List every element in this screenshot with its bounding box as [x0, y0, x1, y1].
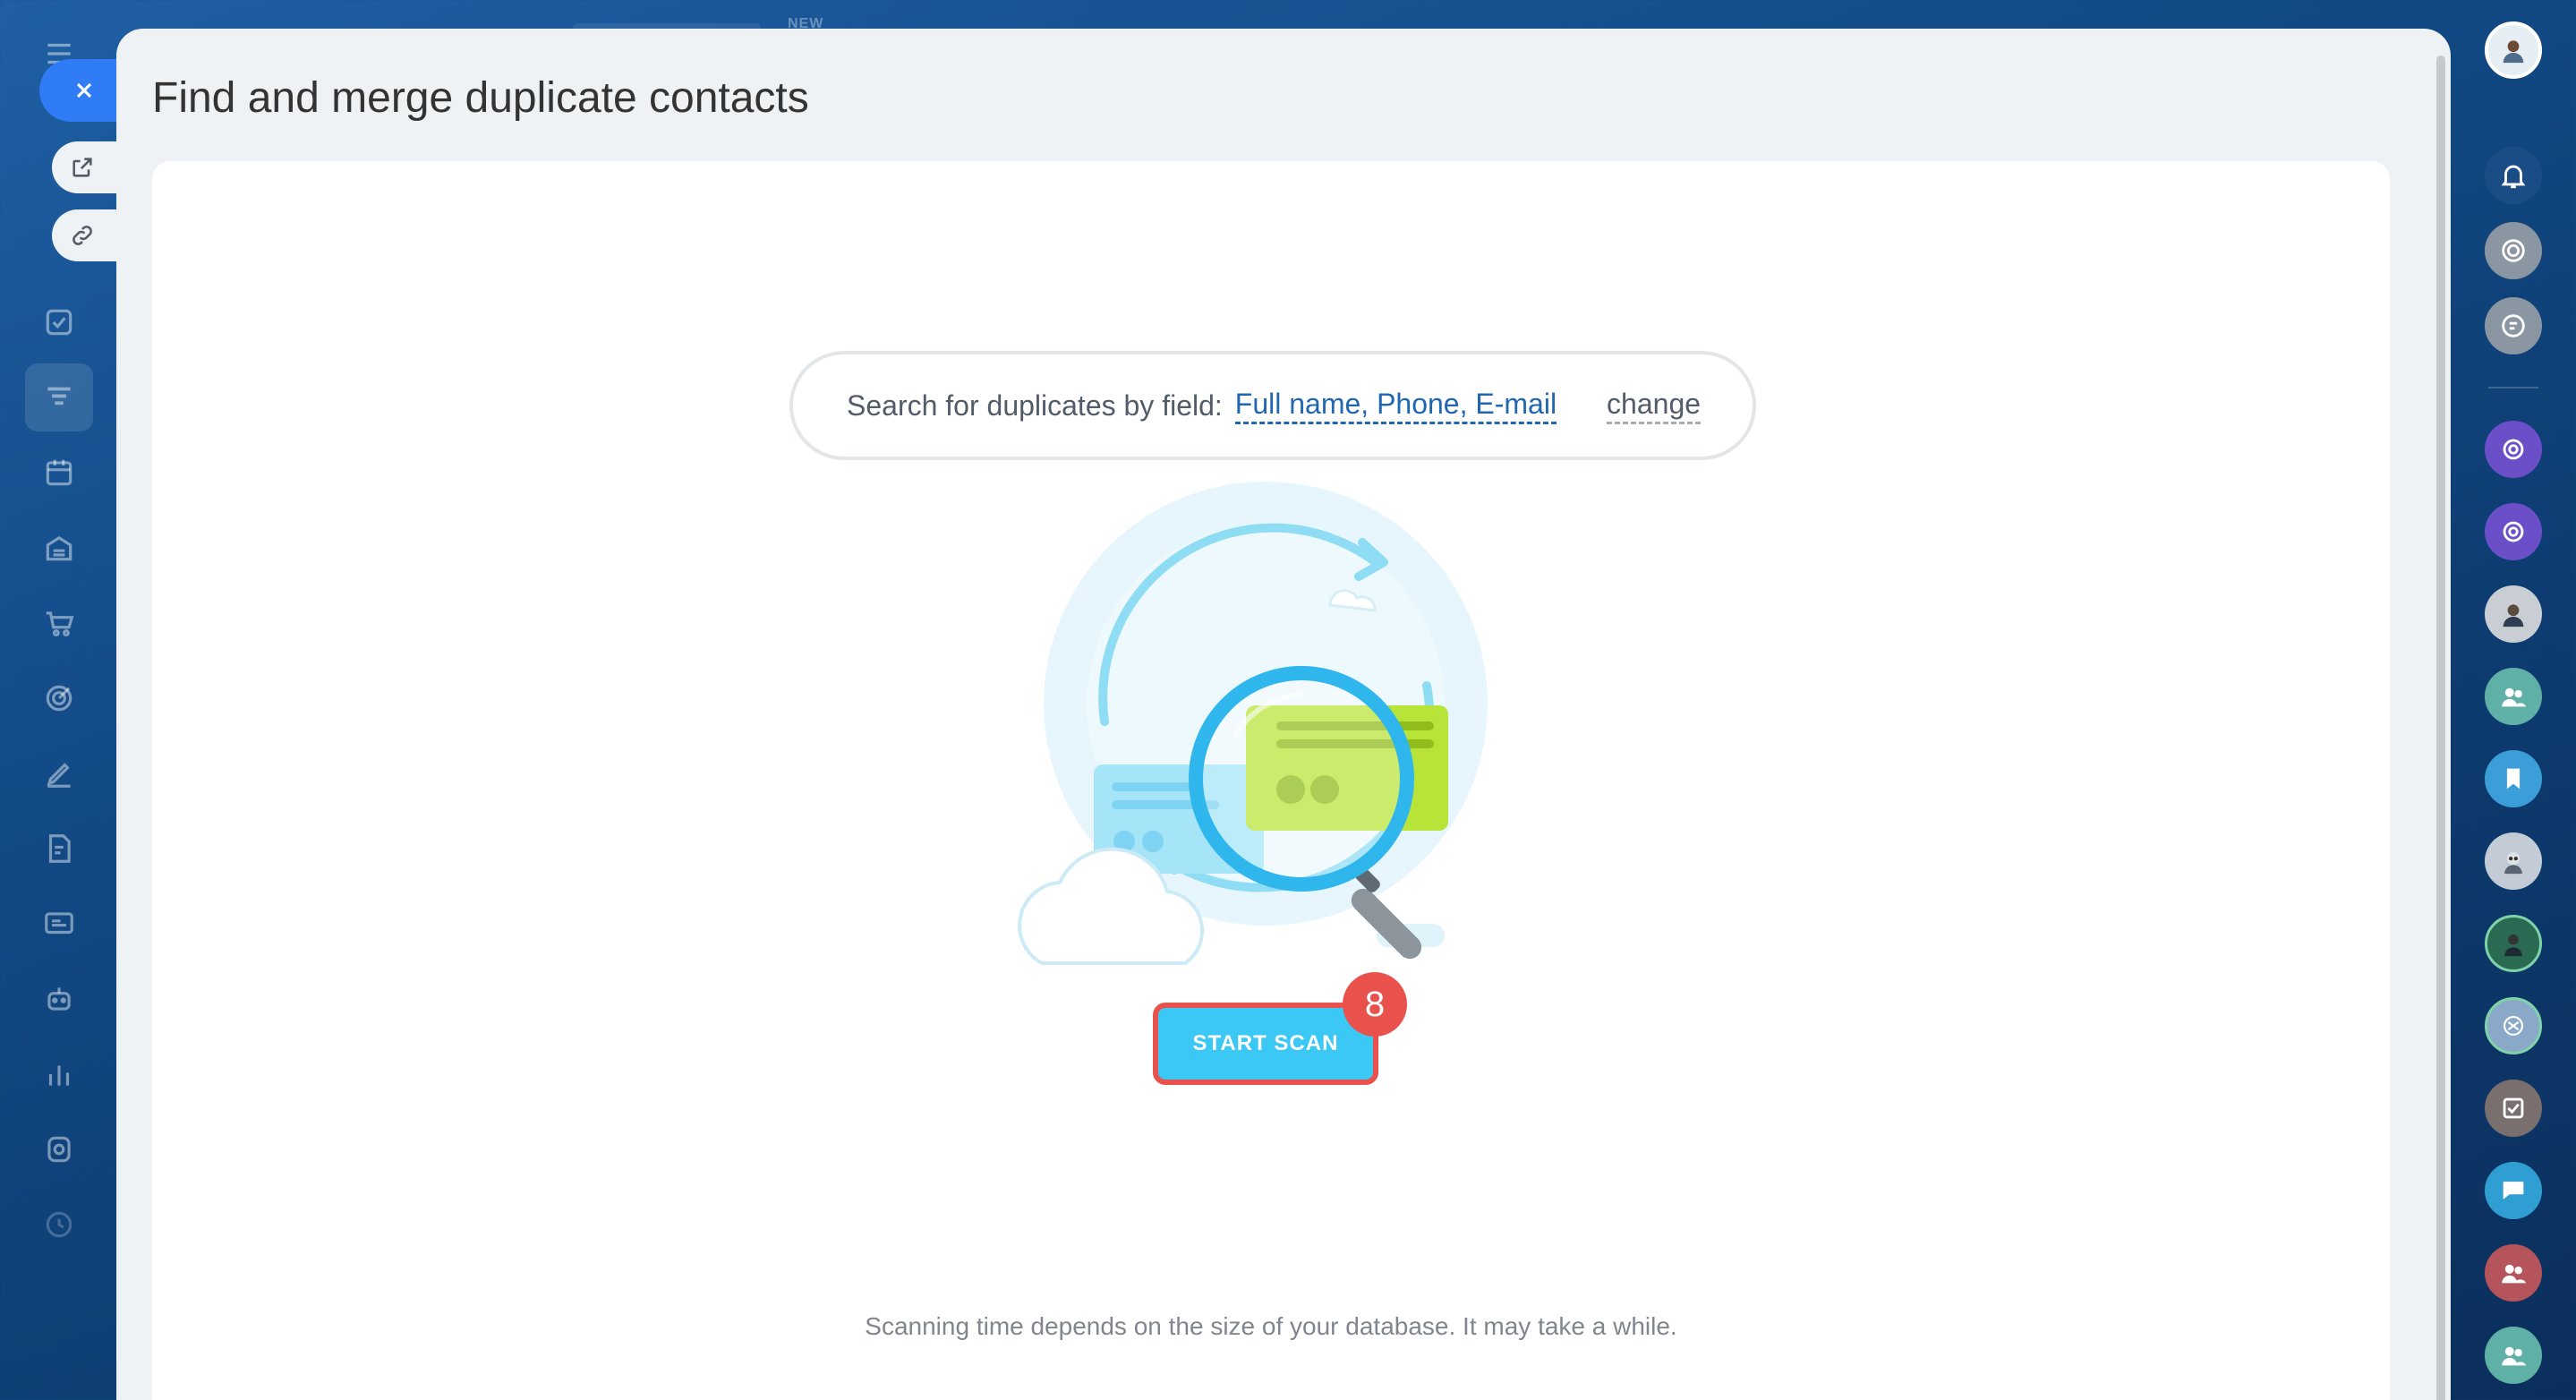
start-scan-wrapper: START SCAN 8 [1153, 972, 1407, 1085]
tasks-icon[interactable] [39, 303, 79, 342]
chat-icon[interactable] [2485, 1162, 2542, 1219]
sites-icon[interactable] [39, 679, 79, 718]
step-number-badge: 8 [1343, 972, 1407, 1037]
signature-icon[interactable] [39, 754, 79, 793]
group-icon[interactable] [2485, 1327, 2542, 1384]
calendar-icon[interactable] [39, 453, 79, 492]
crm-icon[interactable] [25, 363, 93, 431]
content-card: Search for duplicates by field: Full nam… [152, 161, 2390, 1400]
copy-link-button[interactable] [52, 209, 125, 261]
channel-icon[interactable] [2485, 421, 2542, 478]
tasks-icon[interactable] [2485, 1080, 2542, 1137]
documents-icon[interactable] [39, 829, 79, 868]
duplicate-search-criteria: Search for duplicates by field: Full nam… [789, 351, 1756, 460]
channel-icon[interactable] [2485, 503, 2542, 560]
group-icon[interactable] [2485, 668, 2542, 725]
bookmark-icon[interactable] [2485, 750, 2542, 807]
external-link-icon [73, 158, 92, 177]
slider-panel: Find and merge duplicate contacts Search… [116, 29, 2451, 1400]
group-icon[interactable] [2485, 1244, 2542, 1302]
automation-icon[interactable] [39, 979, 79, 1019]
shop-icon[interactable] [39, 603, 79, 643]
user-avatar[interactable] [2485, 997, 2542, 1054]
chat-icon[interactable] [2485, 222, 2542, 279]
user-avatar[interactable] [2485, 832, 2542, 890]
marketplace-icon[interactable] [39, 1130, 79, 1169]
scrollbar[interactable] [2436, 55, 2445, 1400]
scan-time-hint: Scanning time depends on the size of you… [865, 1312, 1677, 1340]
right-bar-divider [2488, 387, 2538, 388]
close-slider-button[interactable] [39, 59, 125, 122]
open-in-new-window-button[interactable] [52, 141, 125, 193]
contact-center-icon[interactable] [39, 904, 79, 943]
link-icon [73, 226, 92, 245]
settings-icon[interactable] [39, 1205, 79, 1244]
inventory-icon[interactable] [39, 528, 79, 568]
analytics-icon[interactable] [39, 1054, 79, 1094]
change-fields-link[interactable]: change [1607, 387, 1702, 424]
user-avatar[interactable] [2485, 585, 2542, 643]
user-avatar[interactable] [2485, 915, 2542, 972]
scan-illustration [1015, 480, 1552, 981]
right-sidebar [2452, 0, 2576, 1400]
page-title: Find and merge duplicate contacts [152, 74, 809, 122]
close-icon [76, 82, 92, 98]
search-label: Search for duplicates by field: [847, 388, 1223, 422]
selected-fields-link[interactable]: Full name, Phone, E-mail [1234, 387, 1557, 424]
feed-icon[interactable] [2485, 297, 2542, 354]
avatar[interactable] [2485, 21, 2542, 79]
notifications-icon[interactable] [2485, 147, 2542, 204]
